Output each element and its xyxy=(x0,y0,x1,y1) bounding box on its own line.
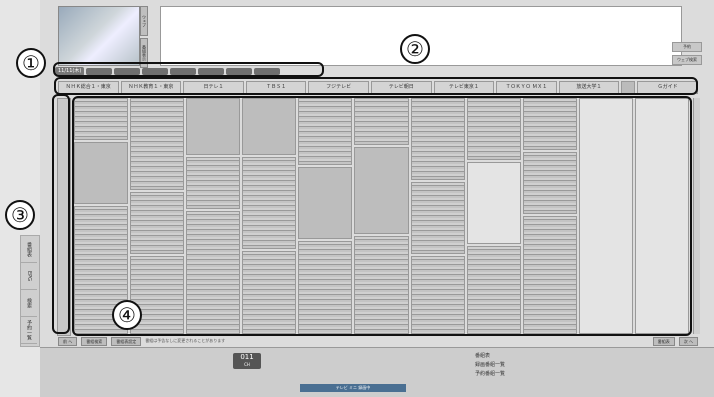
legend-item[interactable]: 録画番組一覧 xyxy=(475,361,505,370)
status-bar: テレビ ミニ 録画中 xyxy=(300,384,406,392)
callout-box-4 xyxy=(72,96,692,336)
side-tab[interactable]: 検索 xyxy=(21,290,37,317)
program-search-button[interactable]: 番組検索 xyxy=(81,336,108,346)
callout-number: ② xyxy=(400,34,430,64)
callout-number: ③ xyxy=(5,200,35,230)
legend-item[interactable]: 予約番組一覧 xyxy=(475,370,505,379)
channel-display: 011 CH xyxy=(233,353,261,369)
legend-item[interactable]: 番組表 xyxy=(475,352,505,361)
guide-button[interactable]: 番組表 xyxy=(652,336,675,346)
preview-tabs: ウェブ 番組表示 xyxy=(140,6,154,68)
channel-number: 011 xyxy=(240,353,254,361)
function-legend: 番組表 録画番組一覧 予約番組一覧 xyxy=(475,352,505,379)
grid-footer: 前 へ 番組検索 番組表設定 番組は予告なしに変更されることがあります 番組表 … xyxy=(58,336,698,346)
reserve-button[interactable]: 予約 xyxy=(672,42,702,52)
right-buttons: 予約 ウェブ検索 xyxy=(672,42,702,68)
grid-scrollbar[interactable] xyxy=(693,98,700,334)
callout-box-3 xyxy=(52,94,70,334)
notice-text: 番組は予告なしに変更されることがあります xyxy=(145,338,226,343)
side-tab[interactable]: 予約一覧 xyxy=(21,317,37,344)
side-tab-strip: 番組表 EPG 検索 予約一覧 xyxy=(20,235,40,347)
web-tab[interactable]: ウェブ xyxy=(140,6,148,36)
web-search-button[interactable]: ウェブ検索 xyxy=(672,55,702,65)
callout-number: ④ xyxy=(112,300,142,330)
side-tab[interactable]: 番組表 xyxy=(21,236,37,263)
side-tab[interactable]: EPG xyxy=(21,263,37,290)
next-button[interactable]: 次 へ xyxy=(678,336,698,346)
callout-number: ① xyxy=(16,48,46,78)
channel-unit: CH xyxy=(244,362,250,367)
callout-box-2 xyxy=(54,77,698,95)
callout-box-1 xyxy=(53,62,324,77)
tv-preview-thumbnail[interactable] xyxy=(58,6,140,66)
guide-settings-button[interactable]: 番組表設定 xyxy=(111,336,142,346)
prev-button[interactable]: 前 へ xyxy=(58,336,78,346)
